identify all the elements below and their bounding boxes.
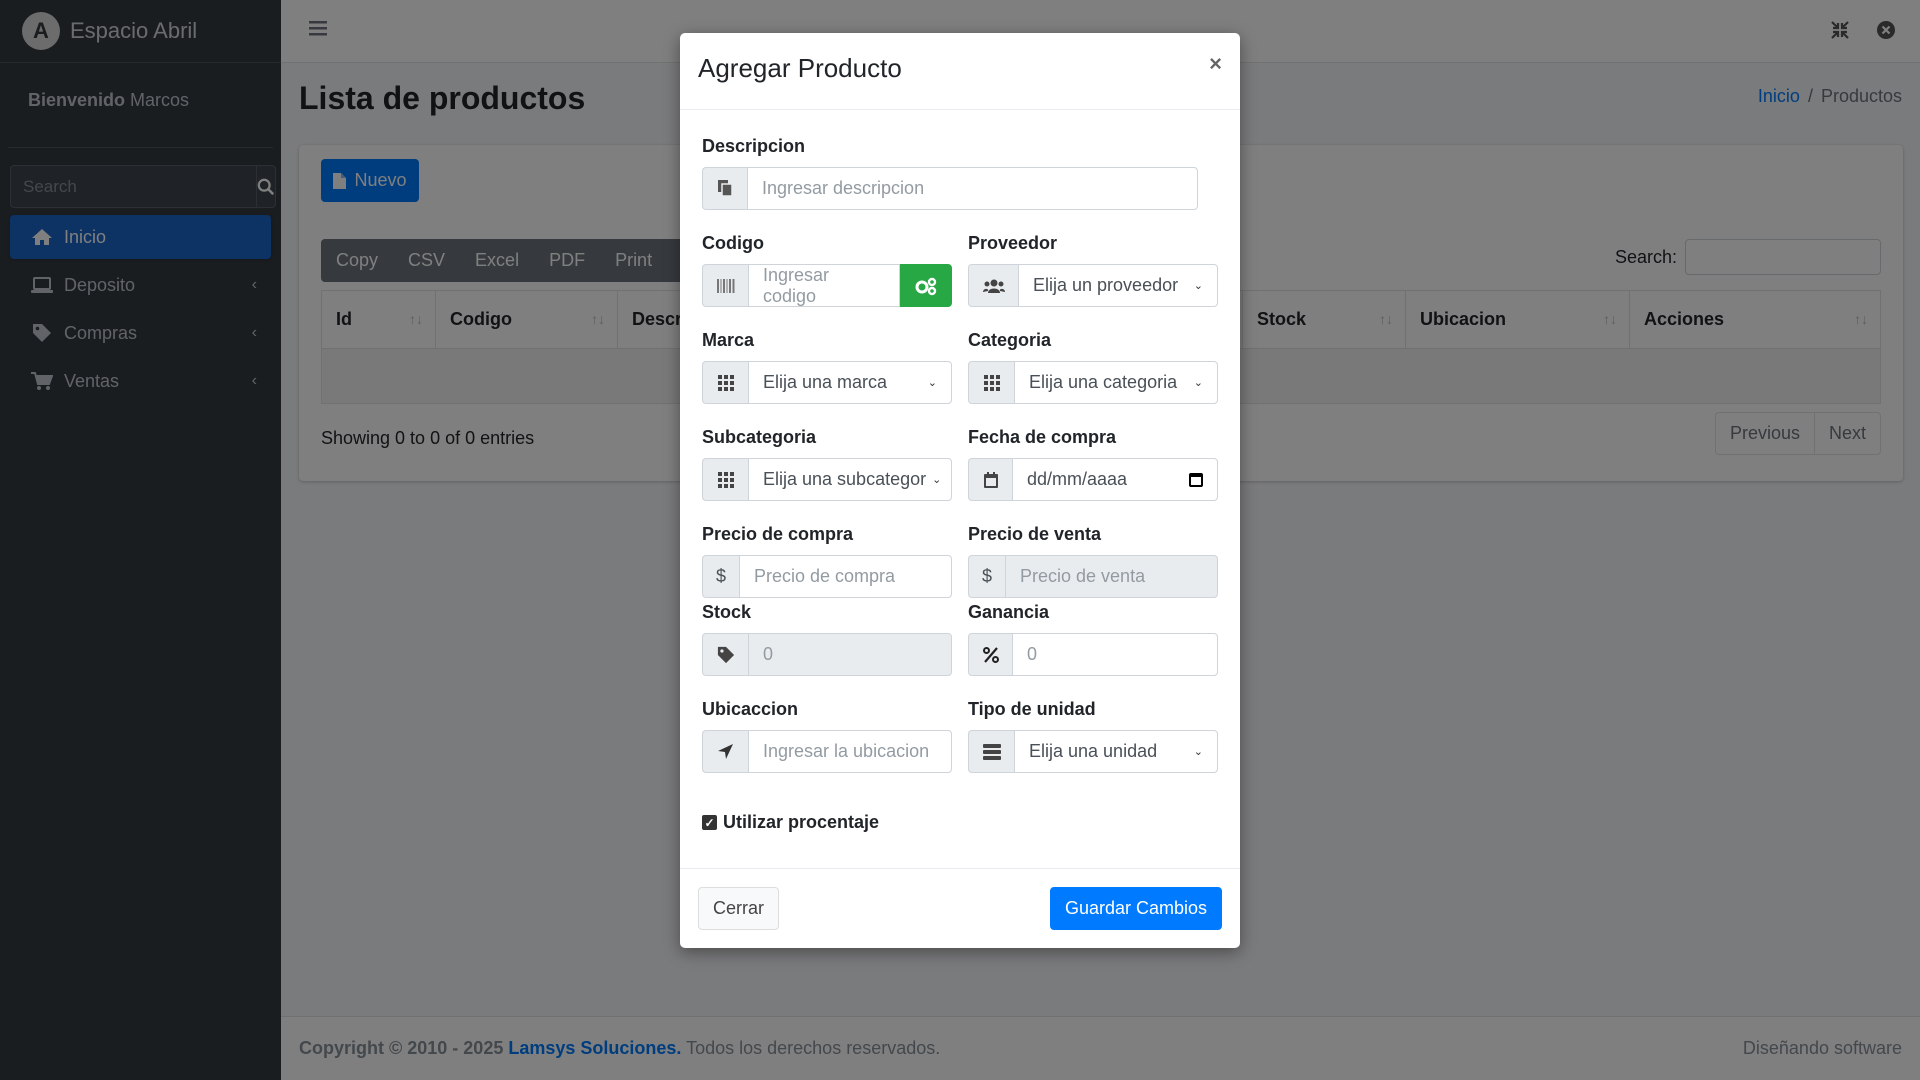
precio-venta-input: Precio de venta — [1005, 555, 1218, 598]
copy-icon — [702, 167, 747, 210]
location-arrow-icon — [702, 730, 748, 773]
users-icon — [968, 264, 1018, 307]
categoria-group: Categoria Elija una categoria ⌄ — [968, 330, 1218, 404]
porcentaje-checkbox-label: Utilizar procentaje — [723, 812, 880, 832]
marca-label: Marca — [702, 330, 755, 350]
precio-venta-label: Precio de venta — [968, 524, 1102, 544]
calendar-picker-icon[interactable] — [1189, 472, 1203, 487]
categoria-label: Categoria — [968, 330, 1052, 350]
chevron-down-icon: ⌄ — [1193, 377, 1203, 389]
cogs-icon — [915, 277, 937, 295]
unidad-select[interactable]: Elija una unidad ⌄ — [1014, 730, 1218, 773]
generate-code-button[interactable] — [900, 264, 952, 307]
porcentaje-checkbox-row[interactable]: ✓ Utilizar procentaje — [702, 812, 879, 833]
subcategoria-group: Subcategoria Elija una subcategor ⌄ — [702, 427, 952, 501]
descripcion-input[interactable]: Ingresar descripcion — [747, 167, 1198, 210]
calendar-icon — [968, 458, 1012, 501]
ganancia-input[interactable]: 0 — [1012, 633, 1218, 676]
modal-footer: Cerrar Guardar Cambios — [680, 868, 1240, 948]
modal-title: Agregar Producto — [698, 53, 902, 83]
ganancia-label: Ganancia — [968, 602, 1050, 622]
fecha-label: Fecha de compra — [968, 427, 1117, 447]
ubicacion-input[interactable]: Ingresar la ubicacion — [748, 730, 952, 773]
percent-icon — [968, 633, 1012, 676]
proveedor-select[interactable]: Elija un proveedor ⌄ — [1018, 264, 1218, 307]
chevron-down-icon: ⌄ — [927, 377, 937, 389]
subcategoria-select[interactable]: Elija una subcategor ⌄ — [748, 458, 952, 501]
unidad-group: Tipo de unidad Elija una unidad ⌄ — [968, 699, 1218, 773]
ganancia-group: Ganancia 0 — [968, 602, 1218, 676]
proveedor-group: Proveedor Elija un proveedor ⌄ — [968, 233, 1218, 307]
proveedor-label: Proveedor — [968, 233, 1058, 253]
save-button[interactable]: Guardar Cambios — [1049, 887, 1222, 930]
dollar-addon: $ — [702, 555, 739, 598]
codigo-input[interactable]: Ingresar codigo — [748, 264, 900, 307]
stock-label: Stock — [702, 602, 752, 622]
barcode-icon — [702, 264, 748, 307]
stock-group: Stock 0 — [702, 602, 952, 676]
codigo-label: Codigo — [702, 233, 764, 253]
stock-input: 0 — [748, 633, 952, 676]
precio-venta-group: Precio de venta $ Precio de venta — [968, 524, 1218, 598]
grid-icon — [702, 458, 748, 501]
fecha-group: Fecha de compra dd/mm/aaaa — [968, 427, 1218, 501]
ubicacion-label: Ubicaccion — [702, 699, 799, 719]
subcategoria-label: Subcategoria — [702, 427, 817, 447]
server-icon — [968, 730, 1014, 773]
chevron-down-icon: ⌄ — [1193, 746, 1203, 758]
marca-group: Marca Elija una marca ⌄ — [702, 330, 952, 404]
fecha-input[interactable]: dd/mm/aaaa — [1012, 458, 1218, 501]
modal-header: Agregar Producto × — [680, 33, 1240, 110]
categoria-select[interactable]: Elija una categoria ⌄ — [1014, 361, 1218, 404]
marca-select[interactable]: Elija una marca ⌄ — [748, 361, 952, 404]
chevron-down-icon: ⌄ — [932, 474, 942, 486]
tag-icon — [702, 633, 748, 676]
descripcion-group: Descripcion Ingresar descripcion — [702, 136, 1198, 210]
grid-icon — [968, 361, 1014, 404]
grid-icon — [702, 361, 748, 404]
add-product-modal: Agregar Producto × Descripcion Ingresar … — [680, 33, 1240, 948]
precio-compra-label: Precio de compra — [702, 524, 854, 544]
unidad-label: Tipo de unidad — [968, 699, 1096, 719]
precio-compra-input[interactable]: Precio de compra — [739, 555, 952, 598]
dollar-addon: $ — [968, 555, 1005, 598]
cancel-button[interactable]: Cerrar — [698, 887, 780, 930]
descripcion-label: Descripcion — [702, 136, 806, 156]
modal-body: Descripcion Ingresar descripcion Codigo … — [680, 110, 1240, 868]
chevron-down-icon: ⌄ — [1193, 280, 1203, 292]
ubicacion-group: Ubicaccion Ingresar la ubicacion — [702, 699, 952, 773]
codigo-group: Codigo Ingresar codigo — [702, 233, 952, 307]
modal-close-button[interactable]: × — [1209, 51, 1222, 77]
precio-compra-group: Precio de compra $ Precio de compra — [702, 524, 952, 598]
porcentaje-checkbox[interactable]: ✓ — [702, 815, 717, 830]
